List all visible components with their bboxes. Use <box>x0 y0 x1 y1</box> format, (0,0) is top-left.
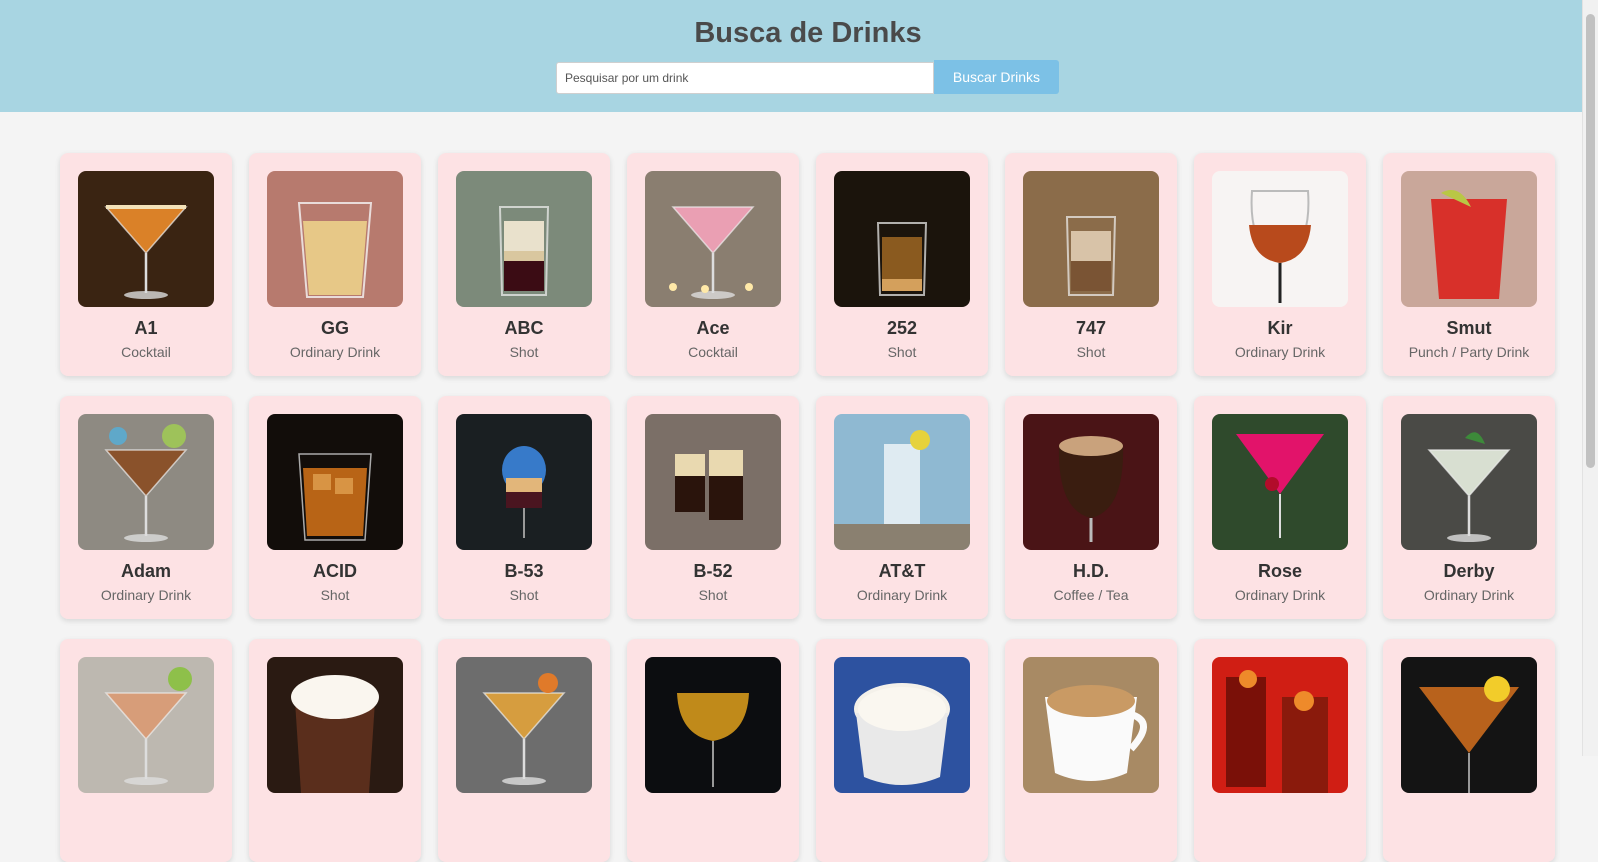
drink-category: Shot <box>1076 344 1106 360</box>
drink-image <box>645 657 781 793</box>
drink-image <box>1023 414 1159 550</box>
drink-image <box>1023 657 1159 793</box>
drink-card[interactable] <box>1194 639 1366 862</box>
drink-name: 252 <box>886 318 918 338</box>
drink-name: Ace <box>696 318 730 338</box>
drink-card[interactable]: Ace Cocktail <box>627 153 799 376</box>
drink-card[interactable]: 252 Shot <box>816 153 988 376</box>
drink-image <box>78 657 214 793</box>
drink-card[interactable]: Adam Ordinary Drink <box>60 396 232 619</box>
drink-image <box>1023 171 1159 307</box>
drink-image <box>645 171 781 307</box>
drink-card[interactable] <box>1383 639 1555 862</box>
drink-image <box>1212 171 1348 307</box>
drink-card[interactable]: AT&T Ordinary Drink <box>816 396 988 619</box>
drink-card[interactable] <box>816 639 988 862</box>
drink-card[interactable] <box>1005 639 1177 862</box>
search-button[interactable]: Buscar Drinks <box>934 60 1059 94</box>
drink-category: Coffee / Tea <box>1053 587 1129 603</box>
drink-name: H.D. <box>1073 561 1109 581</box>
drink-image <box>267 414 403 550</box>
drink-card[interactable]: B-52 Shot <box>627 396 799 619</box>
drink-image <box>1401 171 1537 307</box>
drink-card[interactable]: Kir Ordinary Drink <box>1194 153 1366 376</box>
drink-card[interactable]: Derby Ordinary Drink <box>1383 396 1555 619</box>
drink-card[interactable]: ACID Shot <box>249 396 421 619</box>
drink-category: Ordinary Drink <box>100 587 192 603</box>
page-scrollbar[interactable] <box>1582 0 1598 756</box>
drink-card[interactable]: H.D. Coffee / Tea <box>1005 396 1177 619</box>
drink-card[interactable]: Smut Punch / Party Drink <box>1383 153 1555 376</box>
drink-category: Ordinary Drink <box>1234 344 1326 360</box>
drink-category: Shot <box>509 587 539 603</box>
drink-image <box>78 171 214 307</box>
drink-image <box>456 414 592 550</box>
drink-category: Cocktail <box>688 344 738 360</box>
drink-name: Rose <box>1257 561 1302 581</box>
drink-card[interactable]: GG Ordinary Drink <box>249 153 421 376</box>
drink-card[interactable]: A1 Cocktail <box>60 153 232 376</box>
drink-name: Kir <box>1267 318 1293 338</box>
drink-category: Ordinary Drink <box>856 587 948 603</box>
drink-name: Adam <box>120 561 171 581</box>
drink-category: Shot <box>698 587 728 603</box>
drink-card[interactable]: ABC Shot <box>438 153 610 376</box>
page-header: Busca de Drinks Buscar Drinks <box>0 0 1582 112</box>
drink-image <box>1401 657 1537 793</box>
drink-image <box>267 171 403 307</box>
drink-card[interactable]: Rose Ordinary Drink <box>1194 396 1366 619</box>
drink-image <box>834 657 970 793</box>
drink-name: AT&T <box>878 561 926 581</box>
drink-image <box>1212 414 1348 550</box>
scrollbar-thumb[interactable] <box>1586 14 1595 468</box>
drink-category: Punch / Party Drink <box>1408 344 1530 360</box>
page-title: Busca de Drinks <box>694 17 922 49</box>
drink-image <box>1401 414 1537 550</box>
drink-image <box>456 657 592 793</box>
drink-card[interactable]: B-53 Shot <box>438 396 610 619</box>
drink-category: Cocktail <box>121 344 171 360</box>
drink-card[interactable] <box>60 639 232 862</box>
drink-category: Ordinary Drink <box>1423 587 1515 603</box>
drink-card[interactable] <box>249 639 421 862</box>
drink-image <box>834 414 970 550</box>
drink-card[interactable] <box>438 639 610 862</box>
drink-name: Smut <box>1446 318 1492 338</box>
drink-image <box>645 414 781 550</box>
drink-image <box>267 657 403 793</box>
drink-name: 747 <box>1075 318 1107 338</box>
drink-category: Ordinary Drink <box>289 344 381 360</box>
drink-name: ACID <box>313 561 357 581</box>
drink-name: A1 <box>134 318 158 338</box>
drink-category: Shot <box>509 344 539 360</box>
drink-category: Shot <box>320 587 350 603</box>
drink-image <box>456 171 592 307</box>
drink-category: Ordinary Drink <box>1234 587 1326 603</box>
drink-name: B-52 <box>693 561 733 581</box>
drink-image <box>78 414 214 550</box>
drink-name: Derby <box>1443 561 1495 581</box>
search-input[interactable] <box>556 62 934 94</box>
drink-image <box>1212 657 1348 793</box>
drink-category: Shot <box>887 344 917 360</box>
drink-card[interactable]: 747 Shot <box>1005 153 1177 376</box>
drink-card[interactable] <box>627 639 799 862</box>
drink-image <box>834 171 970 307</box>
drink-name: B-53 <box>504 561 544 581</box>
drink-name: GG <box>320 318 349 338</box>
drink-name: ABC <box>504 318 544 338</box>
